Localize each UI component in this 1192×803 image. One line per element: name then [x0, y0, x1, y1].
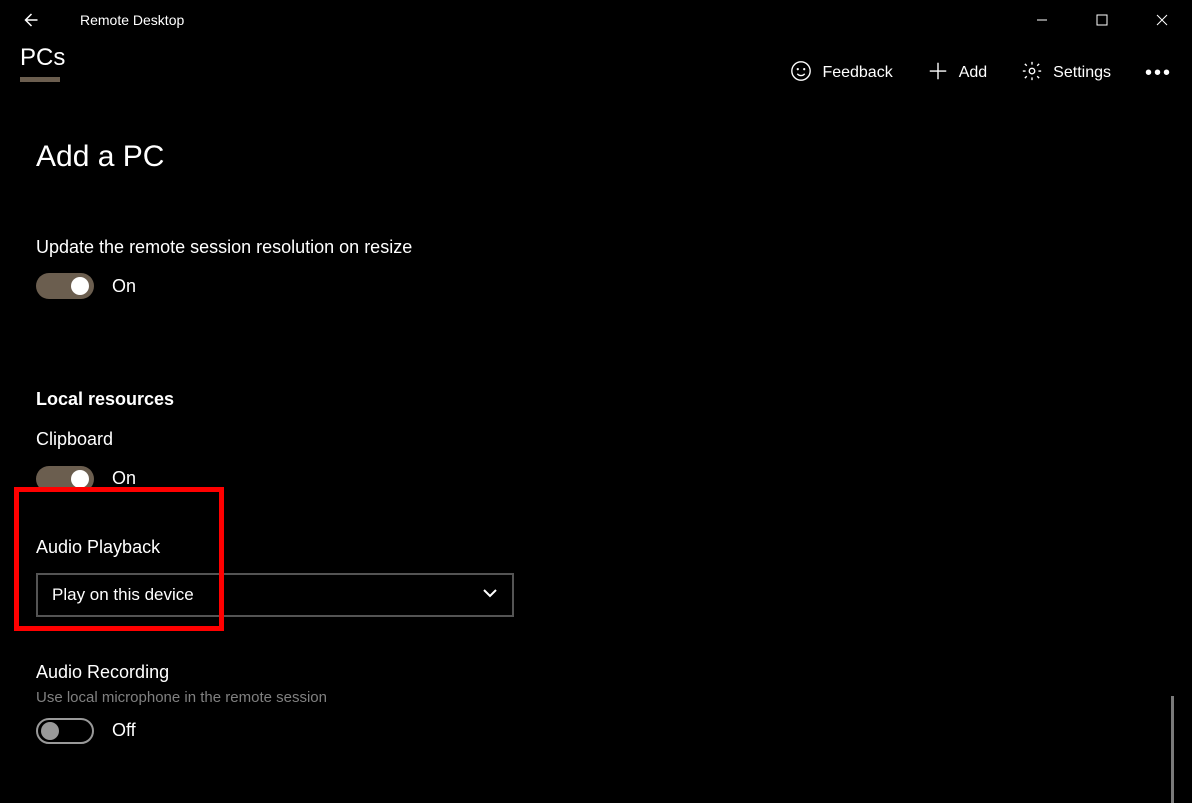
- audio-recording-toggle[interactable]: [36, 718, 94, 744]
- audio-recording-label: Audio Recording: [36, 661, 1156, 684]
- toggle-knob: [41, 722, 59, 740]
- tabbar: PCs Feedback Add Settings •••: [0, 40, 1192, 106]
- minimize-button[interactable]: [1012, 0, 1072, 40]
- smiley-icon: [790, 60, 812, 87]
- feedback-button[interactable]: Feedback: [790, 60, 892, 87]
- tabs: PCs: [20, 36, 65, 110]
- titlebar: Remote Desktop: [0, 0, 1192, 40]
- local-resources-section: Local resources Clipboard On: [36, 389, 1156, 491]
- settings-button[interactable]: Settings: [1021, 60, 1111, 87]
- clipboard-toggle-row: On: [36, 466, 1156, 492]
- window-controls: [1012, 0, 1192, 40]
- feedback-label: Feedback: [822, 64, 892, 82]
- toggle-knob: [71, 470, 89, 488]
- back-button[interactable]: [0, 0, 60, 40]
- page-title: Add a PC: [36, 140, 1156, 174]
- clipboard-state: On: [112, 468, 136, 489]
- toggle-knob: [71, 277, 89, 295]
- setting-resize-resolution: Update the remote session resolution on …: [36, 236, 1156, 299]
- setting-audio-playback: Audio Playback Play on this device: [36, 536, 1156, 617]
- resize-state: On: [112, 276, 136, 297]
- chevron-down-icon: [482, 585, 498, 606]
- more-icon: •••: [1145, 62, 1172, 85]
- content: Add a PC Update the remote session resol…: [0, 106, 1192, 803]
- resize-toggle-row: On: [36, 273, 1156, 299]
- resize-toggle[interactable]: [36, 273, 94, 299]
- resize-label: Update the remote session resolution on …: [36, 236, 1156, 259]
- audio-recording-hint: Use local microphone in the remote sessi…: [36, 689, 1156, 706]
- toolbar: Feedback Add Settings •••: [790, 60, 1172, 87]
- tab-pcs[interactable]: PCs: [20, 44, 65, 90]
- audio-playback-label: Audio Playback: [36, 536, 1156, 559]
- audio-recording-toggle-row: Off: [36, 718, 1156, 744]
- titlebar-left: Remote Desktop: [0, 0, 184, 40]
- audio-playback-dropdown[interactable]: Play on this device: [36, 573, 514, 617]
- clipboard-toggle[interactable]: [36, 466, 94, 492]
- close-button[interactable]: [1132, 0, 1192, 40]
- add-label: Add: [959, 64, 987, 82]
- scrollbar[interactable]: [1171, 696, 1174, 803]
- maximize-button[interactable]: [1072, 0, 1132, 40]
- app-title: Remote Desktop: [80, 12, 184, 28]
- setting-audio-recording: Audio Recording Use local microphone in …: [36, 661, 1156, 743]
- gear-icon: [1021, 60, 1043, 87]
- audio-recording-state: Off: [112, 720, 136, 741]
- settings-label: Settings: [1053, 64, 1111, 82]
- add-button[interactable]: Add: [927, 60, 987, 87]
- audio-playback-value: Play on this device: [52, 585, 194, 605]
- plus-icon: [927, 60, 949, 87]
- more-button[interactable]: •••: [1145, 62, 1172, 85]
- clipboard-label: Clipboard: [36, 428, 1156, 451]
- local-resources-header: Local resources: [36, 389, 1156, 410]
